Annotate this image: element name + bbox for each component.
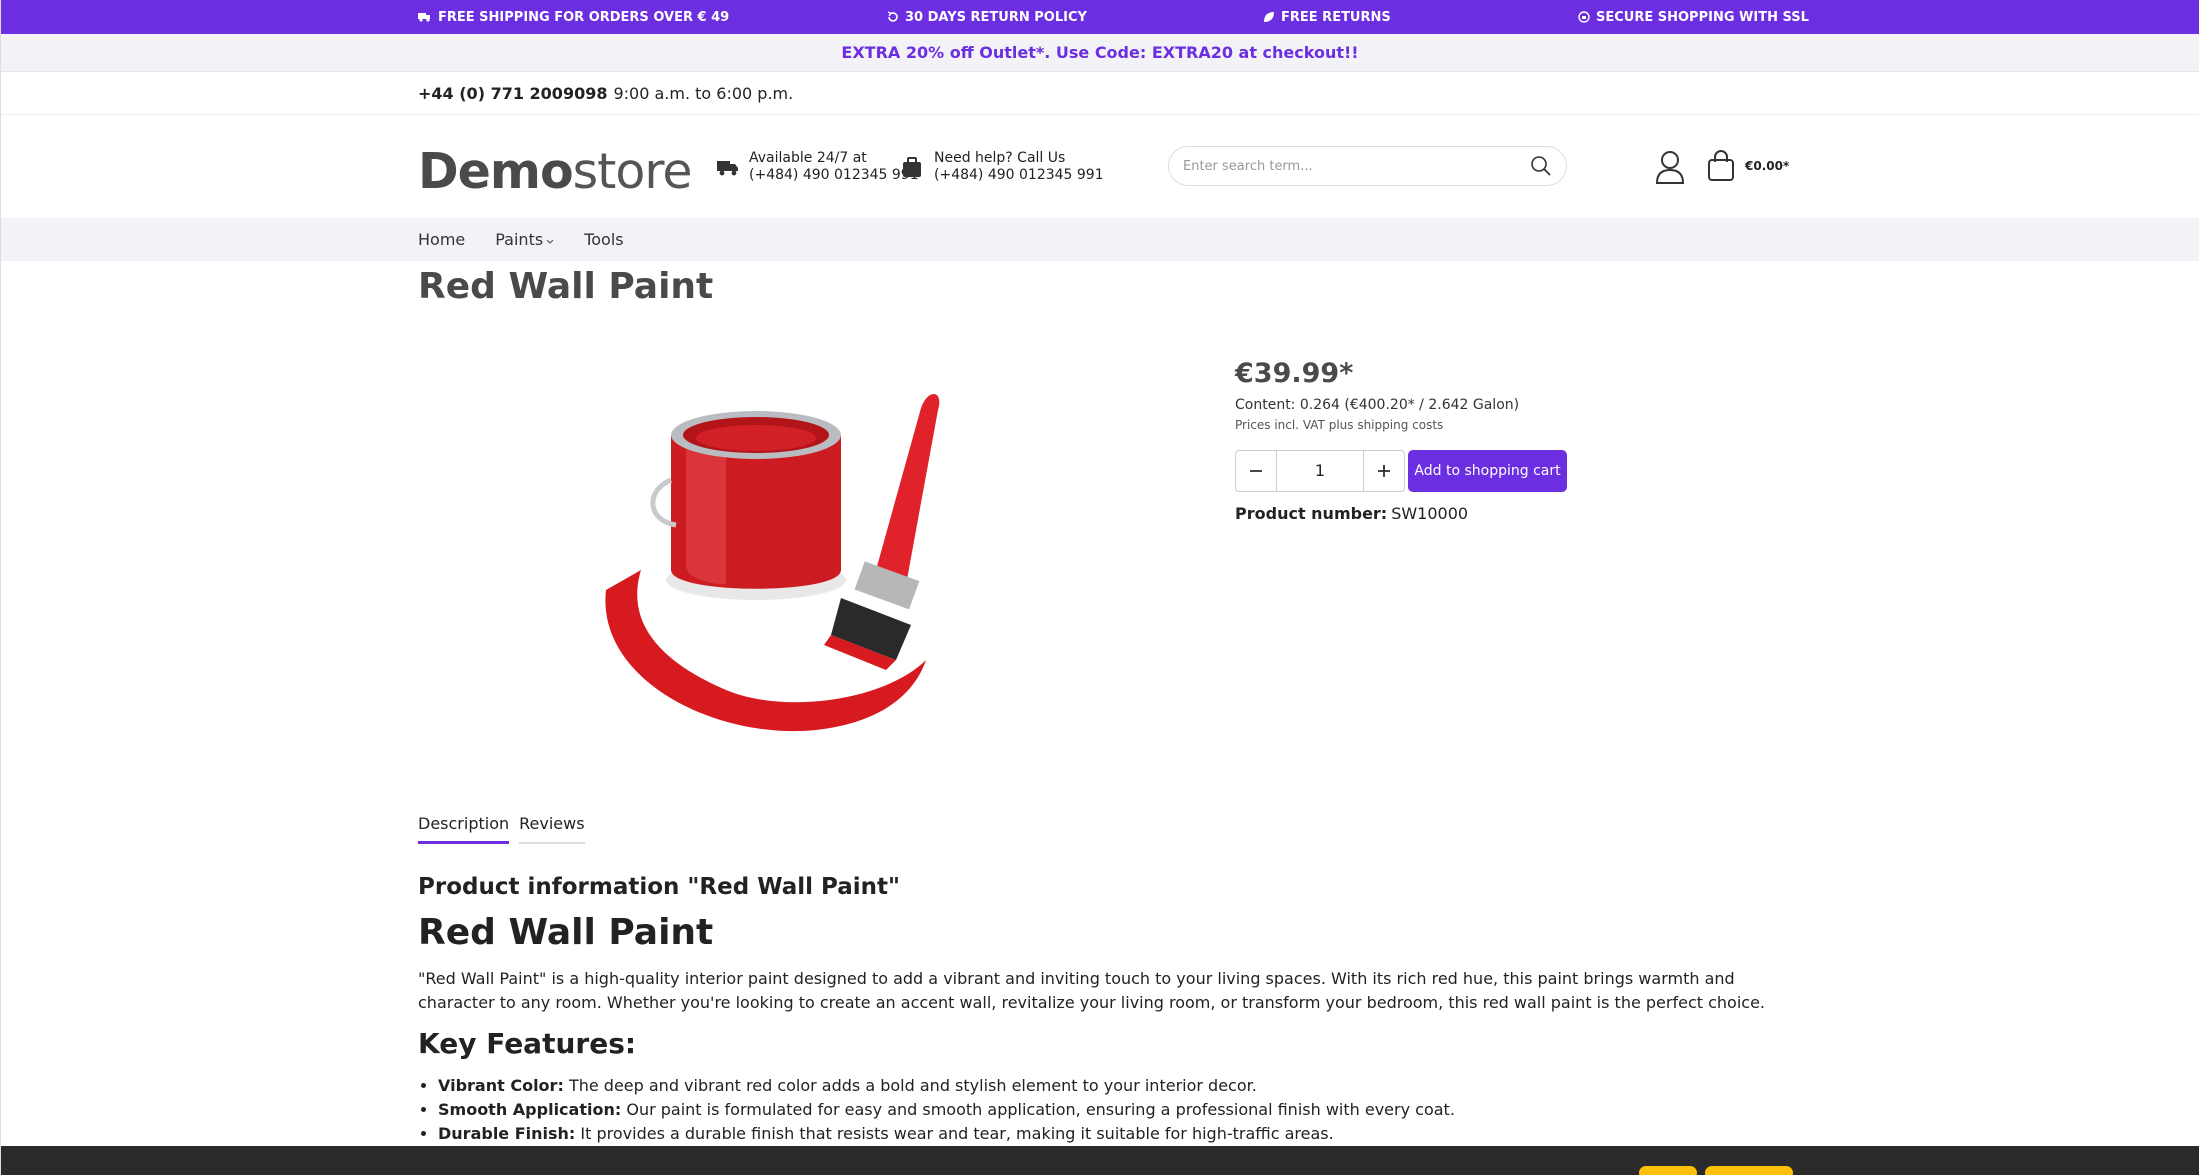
feature-text: The deep and vibrant red color adds a bo…	[568, 1076, 1257, 1095]
product-image[interactable]	[586, 370, 1026, 750]
add-to-cart-button[interactable]: Add to shopping cart	[1408, 450, 1567, 492]
vat-note: Prices incl. VAT plus shipping costs	[1235, 418, 1444, 432]
features-heading: Key Features:	[418, 1027, 637, 1060]
product-content: Content: 0.264 (€400.20* / 2.642 Galon)	[1235, 397, 1520, 413]
feature-label: Durable Finish:	[438, 1124, 576, 1143]
description-paragraph: "Red Wall Paint" is a high-quality inter…	[418, 969, 1765, 1012]
usp-secure-shopping: SECURE SHOPPING WITH SSL	[1578, 10, 1809, 25]
info-line: Available 24/7 at	[749, 150, 867, 166]
plus-icon	[1378, 465, 1390, 477]
logo-light: store	[572, 143, 693, 200]
cookie-accept-button[interactable]	[1705, 1166, 1793, 1175]
minus-icon	[1250, 470, 1262, 472]
tab-reviews[interactable]: Reviews	[519, 814, 585, 844]
feature-label: Vibrant Color:	[438, 1076, 564, 1095]
product-number: Product number: SW10000	[1235, 504, 1468, 523]
logo-bold: Demo	[418, 143, 574, 200]
store-logo[interactable]: Demostore	[418, 143, 693, 200]
search-input[interactable]	[1183, 158, 1530, 174]
feature-label: Smooth Application:	[438, 1100, 622, 1119]
info-line: (+484) 490 012345 991	[934, 167, 1104, 183]
nav-item-tools[interactable]: Tools	[584, 230, 623, 249]
header-info-help: Need help? Call Us (+484) 490 012345 991	[902, 150, 1104, 184]
quantity-stepper: 1	[1235, 450, 1405, 492]
info-line: (+484) 490 012345 991	[749, 167, 919, 183]
search-icon[interactable]	[1530, 155, 1552, 177]
usp-label: SECURE SHOPPING WITH SSL	[1596, 9, 1809, 25]
product-tabs: Description Reviews	[418, 814, 585, 844]
description-heading: Product information "Red Wall Paint"	[418, 874, 901, 900]
nav-item-home[interactable]: Home	[418, 230, 465, 249]
cookie-bar	[1, 1146, 2199, 1175]
lock-icon	[1578, 11, 1590, 23]
list-item: Vibrant Color: The deep and vibrant red …	[438, 1074, 1768, 1098]
promo-banner: EXTRA 20% off Outlet*. Use Code: EXTRA20…	[1, 34, 2199, 72]
cart-button[interactable]: €0.00*	[1707, 150, 1789, 182]
feature-text: Our paint is formulated for easy and smo…	[626, 1100, 1455, 1119]
account-icon[interactable]	[1654, 150, 1686, 184]
usp-free-shipping: FREE SHIPPING FOR ORDERS OVER € 49	[418, 10, 729, 25]
product-description: Product information "Red Wall Paint" Red…	[418, 874, 1768, 1146]
quantity-input[interactable]: 1	[1276, 451, 1364, 491]
site-header: Demostore Available 24/7 at (+484) 490 0…	[1, 115, 2199, 218]
features-list: Vibrant Color: The deep and vibrant red …	[418, 1074, 1768, 1146]
usp-free-returns: FREE RETURNS	[1263, 10, 1391, 25]
chevron-down-icon	[546, 239, 554, 244]
list-item: Smooth Application: Our paint is formula…	[438, 1098, 1768, 1122]
main-nav: Home Paints Tools	[1, 218, 2199, 261]
top-bar: FREE SHIPPING FOR ORDERS OVER € 49 30 DA…	[1, 0, 2199, 34]
cookie-config-button[interactable]	[1639, 1166, 1697, 1175]
product-number-label: Product number:	[1235, 504, 1388, 523]
description-title: Red Wall Paint	[418, 912, 714, 953]
product-price: €39.99*	[1235, 358, 1354, 389]
feature-text: It provides a durable finish that resist…	[580, 1124, 1334, 1143]
truck-icon	[418, 13, 430, 22]
usp-return-policy: 30 DAYS RETURN POLICY	[887, 10, 1087, 25]
page-title: Red Wall Paint	[418, 266, 714, 307]
cart-total: €0.00*	[1745, 159, 1790, 173]
info-line: Need help? Call Us	[934, 150, 1066, 166]
header-info-available: Available 24/7 at (+484) 490 012345 991	[717, 150, 919, 184]
contact-bar: +44 (0) 771 2009098 9:00 a.m. to 6:00 p.…	[1, 72, 2199, 115]
tab-description[interactable]: Description	[418, 814, 510, 844]
return-icon	[887, 11, 898, 22]
list-item: Durable Finish: It provides a durable fi…	[438, 1122, 1768, 1146]
nav-item-paints[interactable]: Paints	[495, 230, 554, 249]
increase-quantity-button[interactable]	[1364, 451, 1404, 491]
leaf-icon	[1264, 12, 1274, 22]
promo-text: EXTRA 20% off Outlet*. Use Code: EXTRA20…	[841, 43, 1359, 62]
usp-label: 30 DAYS RETURN POLICY	[905, 9, 1087, 25]
contact-hours: 9:00 a.m. to 6:00 p.m.	[613, 83, 794, 103]
nav-label: Paints	[495, 230, 544, 249]
contact-phone[interactable]: +44 (0) 771 2009098	[418, 84, 607, 103]
product-number-value: SW10000	[1391, 504, 1469, 523]
gift-icon	[903, 157, 921, 177]
search-box	[1168, 146, 1567, 186]
usp-label: FREE RETURNS	[1281, 9, 1391, 25]
truck-icon	[717, 161, 738, 176]
decrease-quantity-button[interactable]	[1236, 451, 1276, 491]
cart-icon	[1708, 150, 1734, 181]
usp-label: FREE SHIPPING FOR ORDERS OVER € 49	[438, 9, 730, 25]
